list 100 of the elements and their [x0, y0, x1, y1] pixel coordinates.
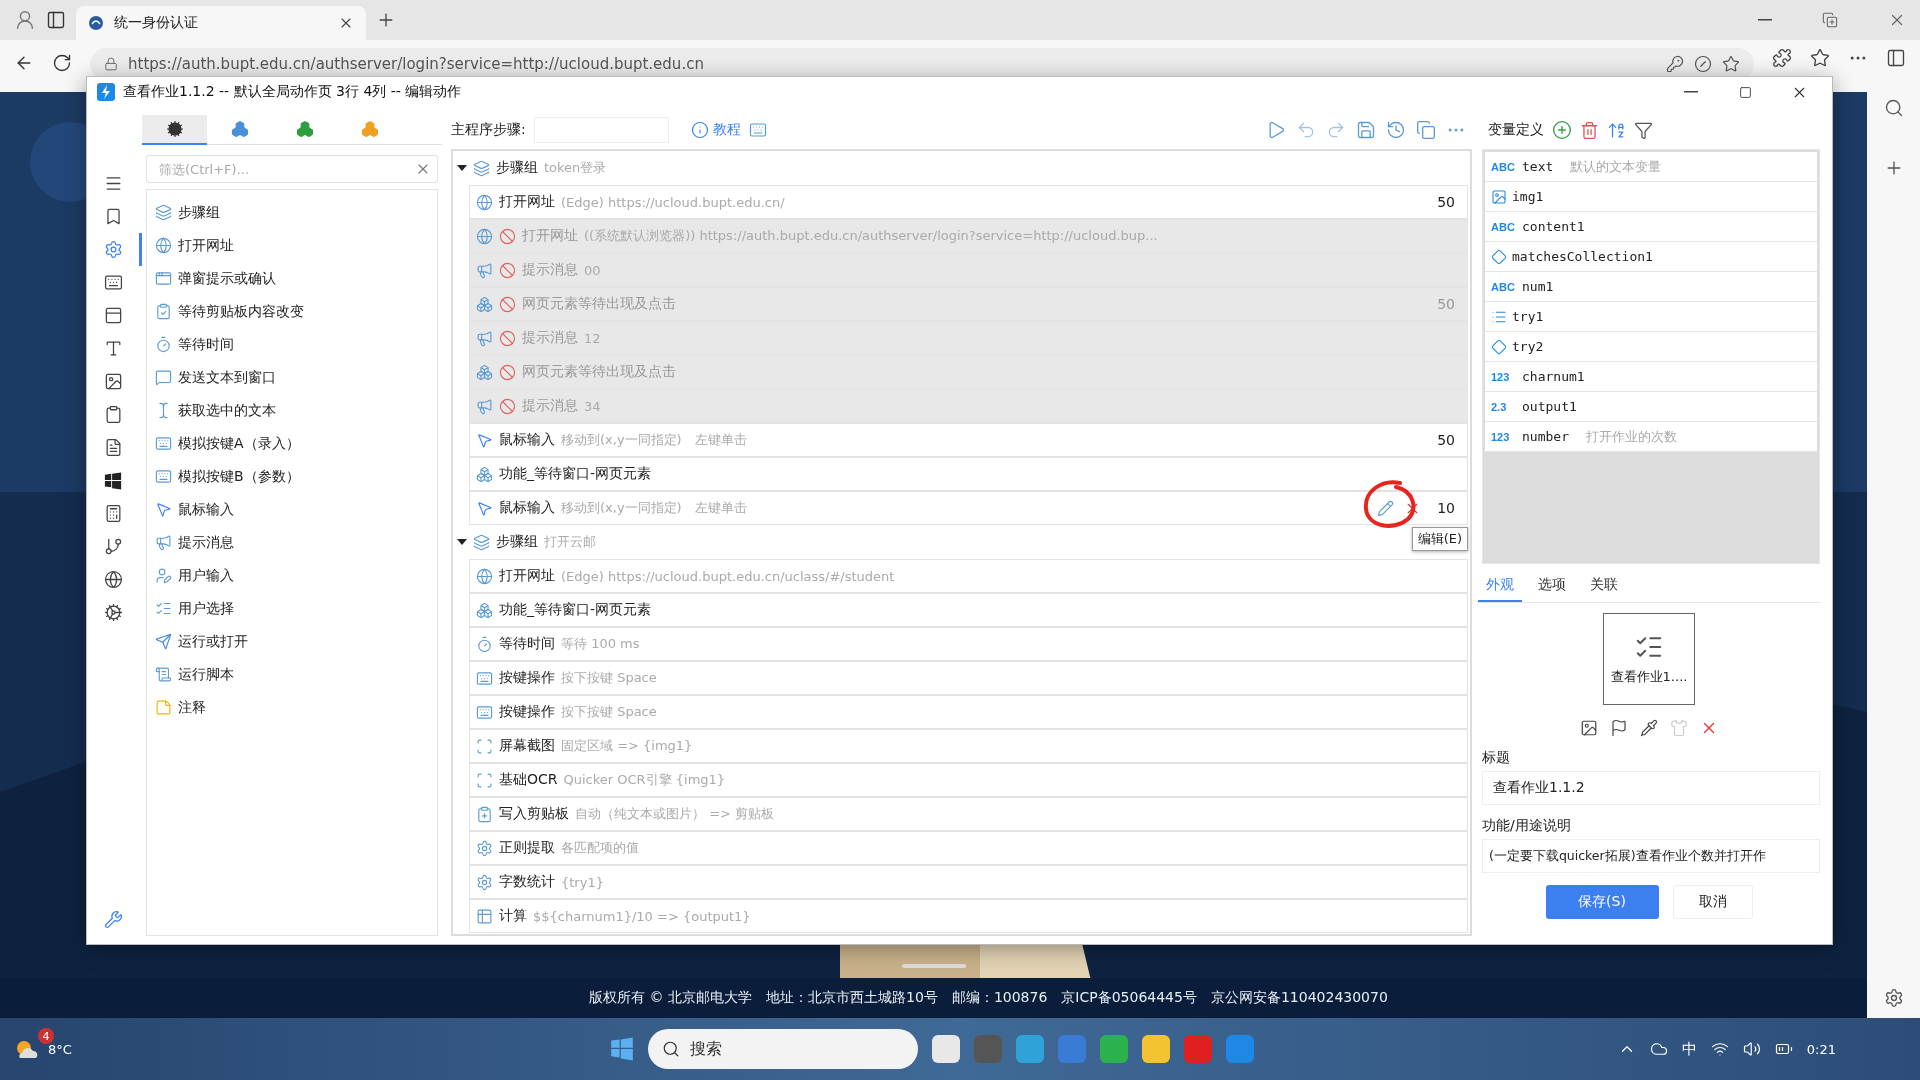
palette-item[interactable]: 运行脚本 [178, 665, 234, 684]
variable-name[interactable]: try2 [1512, 339, 1544, 354]
minimize-icon[interactable] [1684, 91, 1698, 93]
volume-icon[interactable] [1742, 1040, 1761, 1058]
favorites-icon[interactable] [1810, 48, 1830, 68]
globe-icon [103, 570, 123, 589]
step-detail: 按下按键 Space [561, 703, 657, 721]
eyedropper-icon[interactable] [1640, 719, 1658, 737]
search-icon[interactable] [1883, 98, 1904, 118]
settings-icon[interactable] [1883, 988, 1904, 1008]
extensions-icon[interactable] [1772, 48, 1792, 68]
info-icon [690, 121, 709, 139]
group-title[interactable]: 步骤组 [496, 533, 538, 551]
palette-item[interactable]: 鼠标输入 [178, 500, 234, 519]
description-field[interactable]: (一定要下载quicker拓展)查看作业个数并打开作 [1482, 839, 1820, 873]
step-row[interactable]: 功能_等待窗口-网页元素 [469, 593, 1468, 627]
step-row[interactable]: 字数统计 {try1} [469, 865, 1468, 899]
step-row[interactable]: 写入剪贴板 自动（纯文本或图片） => 剪贴板 [469, 797, 1468, 831]
variable-name[interactable]: output1 [1522, 399, 1577, 414]
browser-tab[interactable]: 统一身份认证 [76, 6, 366, 40]
clock-text[interactable]: 0:21 [1806, 1041, 1836, 1057]
drag-handle[interactable] [902, 964, 966, 968]
palette-item[interactable]: 等待时间 [178, 335, 234, 354]
search-field[interactable]: 搜索 [647, 1029, 918, 1069]
keyboard-icon [155, 468, 172, 485]
edit-icon[interactable] [1377, 499, 1395, 517]
properties-tab[interactable]: 关联 [1582, 570, 1626, 602]
palette-item[interactable]: 获取选中的文本 [178, 401, 276, 420]
history-icon[interactable] [1386, 120, 1406, 140]
step-row[interactable]: 打开网址 (Edge) https://ucloud.bupt.edu.cn/ 50 [469, 185, 1468, 219]
tutorial-link[interactable]: 教程 [690, 121, 741, 139]
palette-item[interactable]: 运行或打开 [178, 632, 248, 651]
restore-icon[interactable] [1822, 12, 1838, 28]
filter-icon[interactable] [1634, 120, 1653, 140]
palette-item[interactable]: 用户输入 [178, 566, 234, 585]
properties-tab[interactable]: 外观 [1478, 570, 1522, 602]
gear-icon [476, 873, 493, 891]
sidebar-icon[interactable] [1886, 48, 1906, 68]
variable-name[interactable]: charnum1 [1522, 369, 1585, 384]
keyboard-icon[interactable] [748, 121, 767, 139]
filter-field[interactable]: 筛选(Ctrl+F)... [146, 155, 438, 183]
window-icon[interactable] [1416, 120, 1436, 140]
expand-caret-icon[interactable] [457, 537, 467, 547]
start-icon[interactable] [609, 1037, 634, 1061]
minimize-icon[interactable] [1758, 19, 1772, 21]
palette-item[interactable]: 发送文本到窗口 [178, 368, 276, 387]
disabled-icon [499, 329, 516, 347]
sort-icon[interactable] [1607, 120, 1626, 140]
action-icon-preview[interactable]: 查看作业1.... [1603, 613, 1695, 705]
palette-item[interactable]: 用户选择 [178, 599, 234, 618]
variable-name[interactable]: try1 [1512, 309, 1544, 324]
palette-item[interactable]: 等待剪贴板内容改变 [178, 302, 304, 321]
variable-name[interactable]: num1 [1522, 279, 1554, 294]
add-icon[interactable] [1552, 120, 1572, 140]
app-logo-icon [97, 83, 115, 101]
disabled-icon [499, 295, 516, 313]
layers-icon [473, 533, 490, 551]
variable-name[interactable]: content1 [1522, 219, 1585, 234]
step-row[interactable]: 正则提取 各匹配项的值 [469, 831, 1468, 865]
variable-name[interactable]: img1 [1512, 189, 1544, 204]
title-field[interactable]: 查看作业1.1.2 [1482, 771, 1820, 805]
disabled-icon [499, 261, 516, 279]
group-title[interactable]: 步骤组 [496, 159, 538, 177]
step-row[interactable]: 基础OCR Quicker OCR引擎 {img1} [469, 763, 1468, 797]
palette-tab[interactable] [142, 115, 207, 145]
input-method-text[interactable]: 中 [1681, 1039, 1697, 1059]
step-row[interactable]: 等待时间 等待 100 ms [469, 627, 1468, 661]
delete-icon[interactable] [1580, 120, 1599, 140]
palette-item[interactable]: 模拟按键B（参数） [178, 467, 300, 486]
palette-item[interactable]: 提示消息 [178, 533, 234, 552]
properties-tab[interactable]: 选项 [1530, 570, 1574, 602]
image-icon[interactable] [1580, 719, 1598, 737]
timer-icon [155, 336, 172, 353]
flag-icon[interactable] [1610, 719, 1628, 737]
palette-item[interactable]: 弹窗提示或确认 [178, 269, 276, 288]
step-row[interactable]: 计算 $${charnum1}/10 => {output1} [469, 899, 1468, 933]
cloud-icon[interactable] [1649, 1040, 1668, 1058]
step-row[interactable]: 屏幕截图 固定区域 => {img1} [469, 729, 1468, 763]
expand-caret-icon[interactable] [457, 163, 467, 173]
globe-icon [155, 237, 172, 254]
variable-name[interactable]: text [1522, 159, 1554, 174]
profile-icon[interactable] [14, 9, 36, 31]
step-row[interactable]: 功能_等待窗口-网页元素 [469, 457, 1468, 491]
clipboard-icon [476, 805, 493, 823]
palette-item[interactable]: 模拟按键A（录入） [178, 434, 300, 453]
step-delay: 50 [1437, 194, 1455, 210]
cancel-button[interactable]: 取消 [1672, 885, 1753, 919]
palette-item[interactable]: 打开网址 [178, 236, 234, 255]
step-row[interactable]: 打开网址 (Edge) https://ucloud.bupt.edu.cn/uclass/#/student [469, 559, 1468, 593]
step-row[interactable]: 按键操作 按下按键 Space [469, 661, 1468, 695]
palette-item[interactable]: 步骤组 [178, 203, 220, 222]
variable-name[interactable]: number [1522, 429, 1569, 444]
app-icon[interactable] [931, 1035, 960, 1063]
tab-actions-icon[interactable] [46, 10, 66, 30]
save-button[interactable]: 保存(S) [1545, 885, 1659, 919]
app-icon[interactable] [1141, 1035, 1170, 1063]
step-row[interactable]: 按键操作 按下按键 Space [469, 695, 1468, 729]
megaphone-icon [155, 534, 172, 551]
save-icon[interactable] [1356, 120, 1376, 140]
palette-item[interactable]: 注释 [178, 698, 206, 717]
